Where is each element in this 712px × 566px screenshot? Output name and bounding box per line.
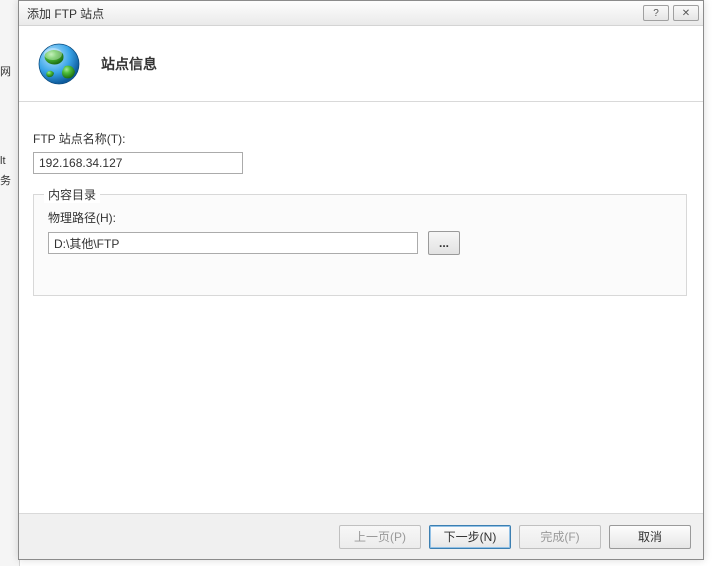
site-name-label: FTP 站点名称(T): [33, 130, 693, 147]
next-button[interactable]: 下一步(N) [429, 525, 511, 549]
titlebar: 添加 FTP 站点 ? ✕ [19, 1, 703, 26]
header-panel: 站点信息 [19, 26, 703, 102]
wizard-footer: 上一页(P) 下一步(N) 完成(F) 取消 [19, 513, 703, 559]
cancel-button[interactable]: 取消 [609, 525, 691, 549]
previous-button[interactable]: 上一页(P) [339, 525, 421, 549]
browse-button[interactable]: ... [428, 231, 460, 255]
background-panel: 网 lt 务 [0, 0, 20, 566]
content-area: FTP 站点名称(T): 内容目录 物理路径(H): ... [19, 102, 703, 306]
content-directory-legend: 内容目录 [44, 186, 100, 203]
content-directory-group: 内容目录 物理路径(H): ... [33, 194, 687, 296]
help-icon: ? [653, 8, 659, 19]
close-button[interactable]: ✕ [673, 5, 699, 21]
bg-text-2: lt [0, 155, 6, 167]
close-icon: ✕ [682, 8, 690, 19]
help-button[interactable]: ? [643, 5, 669, 21]
globe-icon [37, 42, 81, 86]
wizard-page-title: 站点信息 [101, 54, 157, 74]
ellipsis-icon: ... [439, 236, 449, 250]
physical-path-label: 物理路径(H): [48, 209, 672, 226]
dialog-title: 添加 FTP 站点 [27, 5, 104, 22]
bg-text-3: 务 [0, 172, 11, 188]
path-row: ... [48, 231, 672, 255]
bg-text-1: 网 [0, 63, 11, 79]
site-name-input[interactable] [33, 152, 243, 174]
add-ftp-site-dialog: 添加 FTP 站点 ? ✕ [18, 0, 704, 560]
titlebar-buttons: ? ✕ [643, 5, 699, 21]
finish-button[interactable]: 完成(F) [519, 525, 601, 549]
physical-path-input[interactable] [48, 232, 418, 254]
